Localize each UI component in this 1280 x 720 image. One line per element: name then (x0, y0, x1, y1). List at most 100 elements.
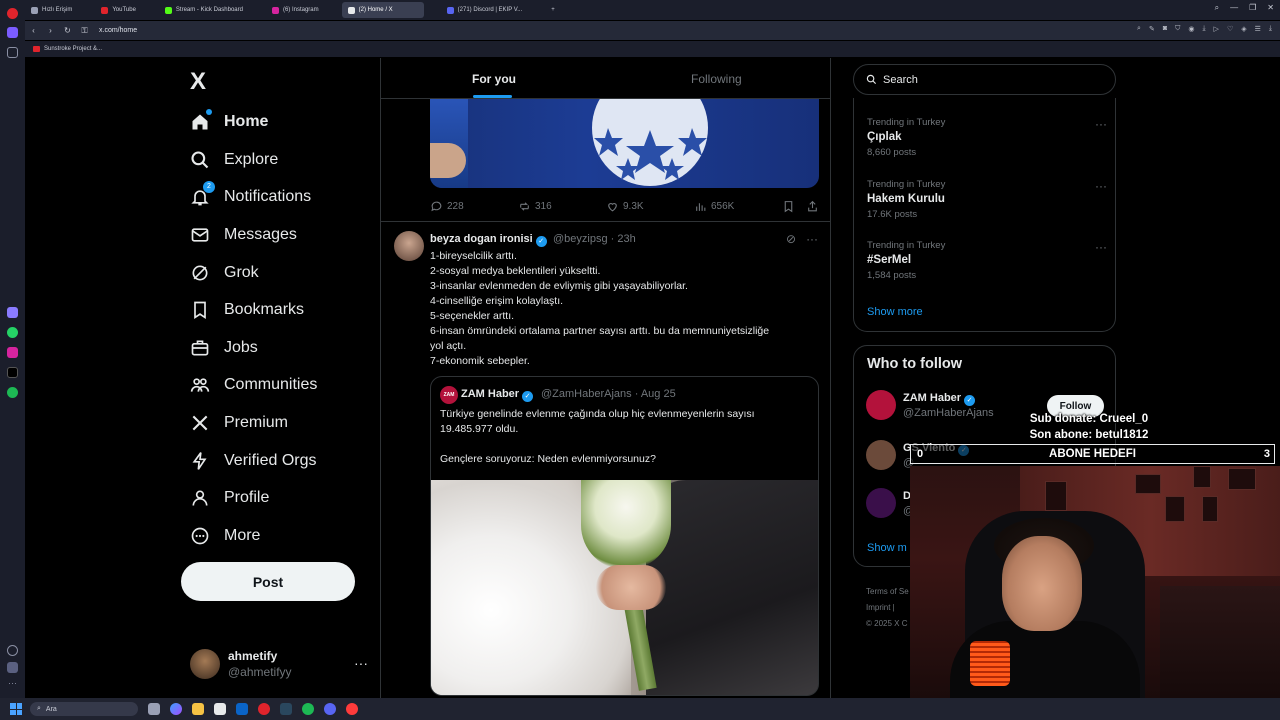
download-icon[interactable]: ⤓ (1202, 25, 1205, 33)
bookmark-button[interactable] (782, 200, 795, 213)
edit-icon[interactable]: ✎ (1149, 25, 1155, 33)
nav-item-notifications[interactable]: 2 Notifications (190, 181, 311, 212)
more-icon[interactable]: ··· (1095, 179, 1107, 193)
share-button[interactable] (806, 200, 819, 213)
wallet-icon[interactable]: ◈ (1241, 25, 1246, 33)
more-icon[interactable]: ··· (1095, 117, 1107, 131)
extension-icon[interactable]: ◉ (1188, 25, 1194, 33)
heart-icon[interactable]: ♡ (1227, 25, 1233, 33)
spotify-icon[interactable] (7, 387, 18, 398)
terms-link[interactable]: Terms of Se (866, 584, 909, 600)
zoom-icon[interactable]: ⌕ (1137, 25, 1141, 33)
more-icon[interactable]: ··· (354, 655, 368, 671)
home-icon[interactable] (7, 27, 18, 38)
nav-item-home[interactable]: Home (190, 107, 268, 137)
heart-icon[interactable] (7, 645, 18, 656)
store-icon[interactable] (214, 703, 226, 715)
spotify-icon[interactable] (302, 703, 314, 715)
whatsapp-icon[interactable] (7, 327, 18, 338)
views-button[interactable]: 656K (694, 200, 734, 213)
app-icon[interactable] (346, 703, 358, 715)
aria-icon[interactable] (7, 307, 18, 318)
download-list-icon[interactable]: ⤓ (1269, 25, 1272, 33)
reply-button[interactable]: 228 (430, 200, 464, 213)
file-explorer-icon[interactable] (192, 703, 204, 715)
browser-tab[interactable]: Stream - Kick Dashboard (159, 2, 249, 18)
more-icon[interactable]: ··· (7, 678, 18, 689)
imprint-link[interactable]: Imprint | (866, 600, 909, 616)
trend-item[interactable]: Trending in Turkey #SerMel 1,584 posts ··· (867, 240, 1107, 281)
nav-item-label: More (224, 527, 261, 544)
x-app-icon[interactable] (7, 367, 18, 378)
box-icon[interactable] (7, 662, 18, 673)
bookmark-item[interactable]: Sunstroke Project &... (33, 46, 102, 52)
wedding-photo-image[interactable] (431, 480, 818, 695)
more-icon[interactable]: ··· (806, 232, 818, 246)
search-input[interactable]: Search (853, 64, 1116, 95)
steam-icon[interactable] (280, 703, 292, 715)
avatar[interactable] (394, 231, 424, 261)
search-icon[interactable]: ⌕ (1215, 3, 1219, 13)
taskbar-search[interactable]: ⌕ Ara (30, 702, 138, 716)
browser-tab[interactable]: YouTube (95, 2, 142, 18)
forward-icon[interactable]: › (42, 26, 59, 35)
nav-item-grok[interactable]: Grok (190, 258, 259, 288)
nav-item-jobs[interactable]: Jobs (190, 333, 258, 363)
account-name: ahmetify (228, 649, 278, 663)
grok-icon[interactable]: ⊘ (786, 232, 796, 246)
more-icon[interactable]: ··· (1095, 240, 1107, 254)
play-icon[interactable]: ▷ (1214, 25, 1219, 33)
nav-item-bookmarks[interactable]: Bookmarks (190, 295, 304, 325)
browser-tab[interactable]: (2) Home / X (341, 2, 424, 18)
left-navigation: X Home Explore 2 Notifications Messages Grok B… (180, 58, 380, 698)
camera-icon[interactable]: ◙ (1163, 25, 1167, 33)
nav-item-more[interactable]: More (190, 521, 260, 551)
tweet-author-handle[interactable]: @beyzipsg (553, 233, 608, 245)
shield-icon[interactable]: ⛉ (1175, 25, 1180, 33)
windows-start-icon[interactable] (10, 703, 22, 715)
nav-item-profile[interactable]: Profile (190, 483, 269, 513)
browser-tab[interactable]: (271) Discord | EKIP V... (441, 2, 529, 18)
opera-icon[interactable] (258, 703, 270, 715)
close-icon[interactable]: ✕ (1267, 3, 1274, 13)
show-more-follow-link[interactable]: Show m (867, 542, 907, 554)
browser-tab[interactable]: Hızlı Erişim (25, 2, 78, 18)
like-button[interactable]: 9.3K (606, 200, 644, 213)
post-button[interactable]: Post (181, 562, 355, 601)
show-more-trends-link[interactable]: Show more (867, 306, 923, 318)
back-icon[interactable]: ‹ (25, 26, 42, 35)
task-view-icon[interactable] (148, 703, 160, 715)
reload-icon[interactable]: ↻ (59, 26, 76, 35)
star-icon[interactable] (7, 47, 18, 58)
discord-icon[interactable] (324, 703, 336, 715)
outlook-icon[interactable] (236, 703, 248, 715)
trend-item[interactable]: Trending in Turkey Hakem Kurulu 17.6K post… (867, 179, 1107, 220)
new-tab-button[interactable]: + (545, 2, 561, 18)
nav-item-verified-orgs[interactable]: Verified Orgs (190, 446, 316, 476)
tweet-text-line: 6-insan ömründeki ortalama partner sayıs… (430, 325, 770, 337)
tweet-author-name[interactable]: beyza dogan ironisi ✓ (430, 233, 547, 247)
nav-item-explore[interactable]: Explore (190, 145, 278, 175)
nav-item-premium[interactable]: Premium (190, 408, 288, 438)
tweet-media-image[interactable] (430, 98, 819, 188)
menu-icon[interactable]: ☰ (1255, 25, 1261, 33)
trend-item[interactable]: Trending in Turkey Çıplak 8,660 posts ··· (867, 117, 1107, 158)
url-field[interactable]: x.com/home (99, 27, 137, 34)
quoted-tweet[interactable]: ZAM ZAM Haber ✓ @ZamHaberAjans · Aug 25 T… (430, 376, 819, 696)
bell-icon: 2 (190, 181, 215, 207)
tweet-time[interactable]: · 23h (611, 233, 636, 245)
opera-logo-icon[interactable] (7, 8, 18, 19)
minimize-icon[interactable]: — (1230, 3, 1238, 13)
copilot-icon[interactable] (170, 703, 182, 715)
x-logo-icon[interactable]: X (190, 68, 206, 96)
restore-icon[interactable]: ❐ (1249, 3, 1256, 13)
instagram-icon[interactable] (7, 347, 18, 358)
tab-following[interactable]: Following (691, 72, 742, 86)
suggestion-name: ZAM Haber ✓ (903, 392, 976, 406)
account-switcher[interactable]: ahmetify @ahmetifyy ··· (190, 647, 370, 683)
nav-item-messages[interactable]: Messages (190, 220, 297, 250)
browser-tab[interactable]: (6) Instagram (266, 2, 325, 18)
repost-button[interactable]: 316 (518, 200, 552, 213)
tab-for-you[interactable]: For you (472, 72, 516, 86)
nav-item-communities[interactable]: Communities (190, 370, 317, 400)
